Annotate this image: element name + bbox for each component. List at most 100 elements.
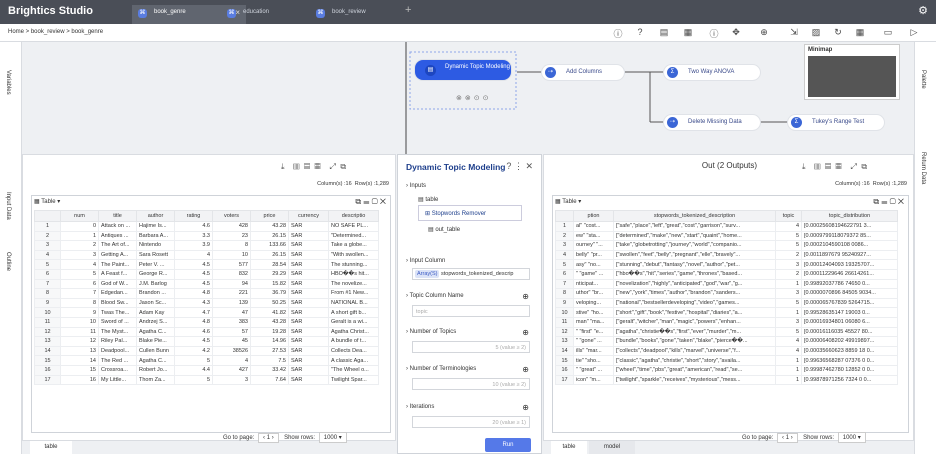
column-header[interactable]: stopwords_tokenized_description bbox=[613, 210, 776, 222]
table-row[interactable]: 2 ew" "sta... ["determined","make","new","… bbox=[555, 230, 898, 242]
table-row[interactable]: 10 stive" "ho... ["short","gift","book","f… bbox=[555, 307, 898, 318]
grid-view-icon[interactable]: ▦ bbox=[315, 162, 321, 171]
help-icon[interactable]: ? bbox=[506, 161, 511, 171]
table-row[interactable]: 7 nticipat... ["novelization","highly","an… bbox=[555, 278, 898, 290]
column-header[interactable]: title bbox=[98, 210, 137, 222]
table-row[interactable]: 14 ills" "mar... ["collects","deadpool","k… bbox=[555, 345, 898, 357]
close-icon[interactable]: ✕ bbox=[525, 161, 533, 171]
table-row[interactable]: 8 uthor" "br... ["new","york","times","aut… bbox=[555, 288, 898, 299]
node-delete-missing-data[interactable]: ⇢ Delete Missing Data bbox=[664, 115, 760, 130]
table-row[interactable]: 2 1 Antiques ... Barbara A... 3.3 23 26.15 SAR "… bbox=[34, 230, 379, 242]
popout-icon[interactable]: ⧉ bbox=[340, 162, 346, 171]
column-header[interactable]: rating bbox=[174, 210, 213, 222]
iterations-input[interactable]: 20 (value ≥ 1) bbox=[412, 416, 530, 428]
list-icon[interactable]: ☰ bbox=[881, 197, 887, 206]
add-tab-icon[interactable]: + bbox=[405, 4, 411, 16]
copy-icon[interactable]: ⧉ bbox=[873, 197, 879, 206]
table-dropdown[interactable]: ▦ Table ▾ bbox=[555, 198, 581, 205]
columns-icon[interactable]: ▥ bbox=[293, 162, 299, 171]
gear-icon[interactable]: ⚙ bbox=[918, 4, 928, 17]
globe-icon[interactable]: ⊕ bbox=[522, 292, 529, 301]
input-data-tab[interactable]: Input Data bbox=[5, 192, 11, 220]
table-row[interactable]: 5 4 The Paint... Peter V. ... 4.5 577 28.54 SAR… bbox=[34, 259, 379, 270]
table-row[interactable]: 10 9 Twas The... Adam Kay 4.7 47 41.82 SAR A sho… bbox=[34, 307, 379, 318]
column-header[interactable]: topic bbox=[775, 210, 802, 222]
table-row[interactable]: 16 " "great" ... ["wheel","time","pbs","gr… bbox=[555, 364, 898, 376]
input-column-field[interactable]: Array(S) stopwords_tokenized_descrip bbox=[412, 268, 530, 280]
table-row[interactable]: 65A Feast f... George R... 4.5 832 29.29 SAR H… bbox=[34, 268, 379, 280]
columns-icon[interactable]: ▥ bbox=[814, 162, 820, 171]
calendar-icon[interactable]: ▭ bbox=[882, 27, 894, 38]
table-row[interactable]: 1 al" "cost... ["safe","place","left","gre… bbox=[555, 221, 898, 232]
topic-column-input[interactable]: topic bbox=[412, 305, 530, 317]
page-input[interactable]: ‹ 1 › bbox=[258, 433, 279, 443]
rows-icon[interactable]: ▤ bbox=[304, 162, 310, 171]
table-row[interactable]: 12 " "first" "e... ["agatha","christie��s"… bbox=[555, 326, 898, 338]
inputs-section[interactable]: › Inputs bbox=[406, 183, 426, 189]
info-icon[interactable]: ⓘ bbox=[612, 27, 624, 40]
expand-icon[interactable]: ⤢ bbox=[330, 162, 336, 171]
column-header[interactable]: num bbox=[60, 210, 99, 222]
help-icon[interactable]: ? bbox=[634, 27, 646, 37]
breadcrumb[interactable]: Home > book_review > book_genre bbox=[8, 29, 103, 35]
variables-tab[interactable]: Variables bbox=[5, 70, 11, 95]
table-row[interactable]: 4 belly" "pr... ["swollen","feet","belly",… bbox=[555, 249, 898, 261]
popout-icon[interactable]: ⧉ bbox=[861, 162, 867, 171]
more-icon[interactable]: ⋮ bbox=[514, 161, 523, 171]
window-icon[interactable]: ▢ bbox=[372, 197, 378, 206]
close-icon[interactable]: ✕ bbox=[380, 197, 386, 206]
play-icon[interactable]: ▷ bbox=[908, 27, 920, 38]
node-add-columns[interactable]: ⇢ Add Columns bbox=[542, 65, 624, 80]
table-row[interactable]: 17 icon" "m... ["twilight","sparkle","rece… bbox=[555, 374, 898, 386]
list-icon[interactable]: ☰ bbox=[363, 197, 369, 206]
number-of-terms-input[interactable]: 10 (value ≥ 2) bbox=[412, 378, 530, 390]
table-row[interactable]: 12 11 The Myst... Agatha C... 4.6 57 19.28 SAR A… bbox=[34, 326, 379, 338]
table-row[interactable]: 8 7 Edgedan... Brandon ... 4.8 221 36.79 SAR Fro… bbox=[34, 288, 379, 299]
table-row[interactable]: 1 0 Attack on ... Hajime Is... 4.6 428 43.28 SA… bbox=[34, 221, 379, 232]
column-header[interactable]: descriptio bbox=[328, 210, 379, 222]
column-header[interactable]: author bbox=[136, 210, 175, 222]
table-row[interactable]: 9 veloping... ["national","bestsellerdevel… bbox=[555, 297, 898, 309]
table-row[interactable]: 15 tie" "sho... ["classic","agatha","chris… bbox=[555, 355, 898, 366]
document-icon[interactable]: ▦ bbox=[682, 27, 694, 38]
window-icon[interactable]: ▢ bbox=[890, 197, 896, 206]
table-row[interactable]: 3 ourney" "... ["take","globetrotting","jo… bbox=[555, 240, 898, 251]
outline-tab[interactable]: Outline bbox=[5, 252, 11, 271]
rows-icon[interactable]: ▤ bbox=[825, 162, 831, 171]
close-icon[interactable]: ✕ bbox=[898, 197, 904, 206]
globe-icon[interactable]: ⊕ bbox=[522, 365, 529, 374]
expand-icon[interactable]: ⤢ bbox=[851, 162, 857, 171]
table-row[interactable]: 6 " "game" ... ["hbo��s","hit","series","g… bbox=[555, 268, 898, 280]
node-tukeys-range-test[interactable]: Σ Tukey's Range Test bbox=[788, 115, 884, 130]
input-node-box[interactable]: ⊞ Stopwords Remover bbox=[418, 205, 522, 221]
table-dropdown[interactable]: ▦ Table ▾ bbox=[34, 198, 60, 205]
table-row[interactable]: 16 15 Crossroa... Robert Jo... 4.4 427 33.42 SA… bbox=[34, 364, 379, 376]
tab-book-review[interactable]: ⌘ book_review bbox=[310, 5, 390, 24]
globe-icon[interactable]: ⊕ bbox=[522, 328, 529, 337]
table-row[interactable]: 13 12 Riley Pal... Blake Pie... 4.5 45 14.96 SA… bbox=[34, 336, 379, 347]
info-circle-icon[interactable]: ⓘ bbox=[708, 27, 720, 40]
output-tab-table[interactable]: table bbox=[551, 441, 587, 454]
table-row[interactable]: 4 3 Getting A... Sara Rosett 4 10 26.15 SAR "Wit… bbox=[34, 249, 379, 261]
show-rows-select[interactable]: 1000 ▾ bbox=[318, 432, 347, 443]
report-icon[interactable]: ▤ bbox=[658, 27, 670, 38]
column-header[interactable]: currency bbox=[288, 210, 329, 222]
column-header[interactable] bbox=[555, 210, 574, 222]
table-row[interactable]: 11 10 Sword of ... Andrzej S... 4.8 383 43.28 S… bbox=[34, 316, 379, 328]
output-tab-model[interactable]: model bbox=[589, 441, 635, 454]
return-data-tab[interactable]: Return Data bbox=[920, 152, 926, 184]
table-row[interactable]: 11 man" "ma... ["geralt","witcher","man","… bbox=[555, 316, 898, 328]
table-row[interactable]: 14 13 Deadpool... Cullen Bunn 4.2 38526 27.53 S… bbox=[34, 345, 379, 357]
table-row[interactable]: 3 2 The Art of... Nintendo 3.9 8 133.66 SAR Take… bbox=[34, 240, 379, 251]
grid-view-icon[interactable]: ▦ bbox=[836, 162, 842, 171]
export-icon[interactable]: ⇲ bbox=[788, 27, 800, 38]
download-icon[interactable]: ⤓ bbox=[281, 162, 285, 171]
column-header[interactable] bbox=[34, 210, 61, 222]
minimap-viewport[interactable] bbox=[808, 56, 896, 97]
node-two-way-anova[interactable]: Σ Two Way ANOVA bbox=[664, 65, 760, 80]
download-icon[interactable]: ⤓ bbox=[802, 162, 806, 171]
column-header[interactable]: ption bbox=[573, 210, 614, 222]
workflow-canvas[interactable]: ▤ Dynamic Topic Modeling ⊗⊗⊙⊙ ⇢ Add Colu… bbox=[22, 42, 914, 154]
move-icon[interactable]: ✥ bbox=[730, 27, 742, 38]
bottom-tab-table[interactable]: table bbox=[30, 441, 72, 454]
